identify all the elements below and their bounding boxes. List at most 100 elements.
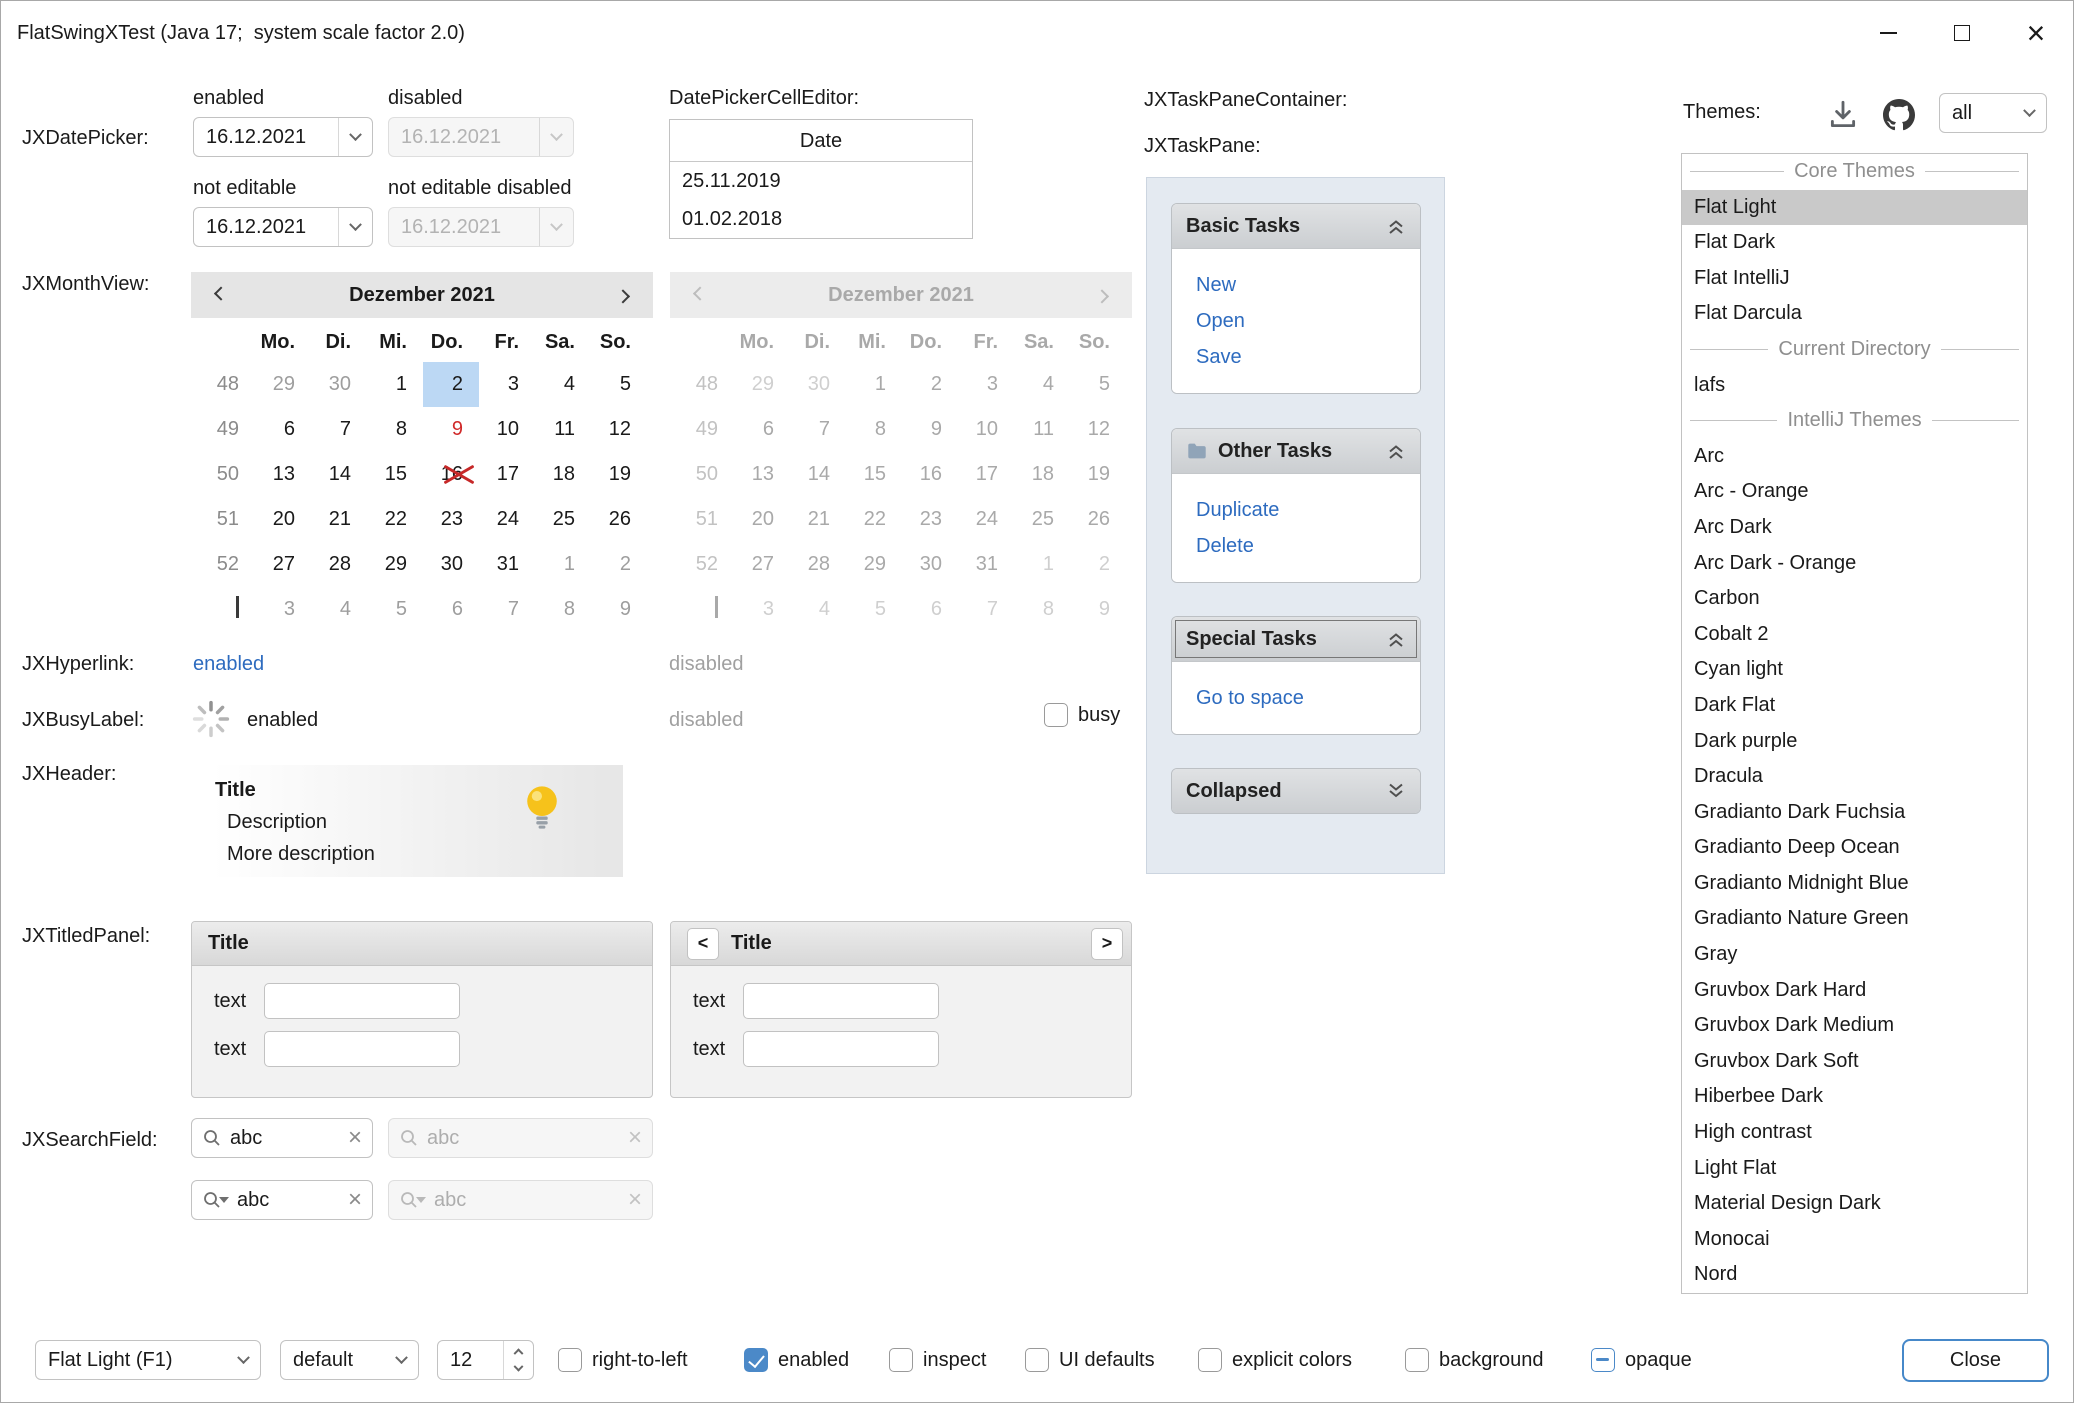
- download-icon[interactable]: [1825, 97, 1861, 133]
- style-combo[interactable]: default: [280, 1340, 419, 1380]
- laf-combo[interactable]: Flat Light (F1): [35, 1340, 261, 1380]
- theme-list-item[interactable]: Flat IntelliJ: [1682, 261, 2027, 297]
- theme-list-item[interactable]: Gray: [1682, 937, 2027, 973]
- theme-list-item[interactable]: lafs: [1682, 368, 2027, 404]
- calendar-day[interactable]: 12: [591, 407, 647, 452]
- table-row[interactable]: 25.11.2019: [670, 162, 972, 200]
- theme-list-item[interactable]: Carbon: [1682, 581, 2027, 617]
- theme-list-item[interactable]: Cobalt 2: [1682, 617, 2027, 653]
- calendar-day[interactable]: 1: [535, 542, 591, 587]
- taskpane-header[interactable]: Other Tasks: [1172, 429, 1420, 473]
- checkbox-box[interactable]: [558, 1348, 582, 1372]
- prev-month-button[interactable]: [207, 281, 235, 309]
- search-value[interactable]: abc: [230, 1127, 340, 1150]
- theme-list-item[interactable]: Gruvbox Dark Hard: [1682, 973, 2027, 1009]
- themes-filter-combo[interactable]: all: [1939, 93, 2047, 133]
- close-button[interactable]: Close: [1902, 1339, 2049, 1382]
- calendar-day[interactable]: 30: [311, 362, 367, 407]
- calendar-day[interactable]: 28: [311, 542, 367, 587]
- calendar-day[interactable]: 9: [591, 587, 647, 632]
- text-input[interactable]: [743, 1031, 939, 1067]
- calendar-day[interactable]: 3: [255, 587, 311, 632]
- calendar-day[interactable]: 9: [423, 407, 479, 452]
- hyperlink-enabled[interactable]: enabled: [193, 653, 264, 676]
- calendar-day[interactable]: 14: [311, 452, 367, 497]
- theme-list-item[interactable]: Gradianto Dark Fuchsia: [1682, 795, 2027, 831]
- theme-list-item[interactable]: Dark purple: [1682, 724, 2027, 760]
- text-input[interactable]: [264, 1031, 460, 1067]
- calendar-day[interactable]: 19: [591, 452, 647, 497]
- checkbox-background[interactable]: background: [1405, 1340, 1544, 1380]
- calendar-day[interactable]: 7: [479, 587, 535, 632]
- calendar-day[interactable]: 29: [367, 542, 423, 587]
- calendar-day[interactable]: 8: [535, 587, 591, 632]
- theme-list-item[interactable]: Arc Dark: [1682, 510, 2027, 546]
- datepicker-value[interactable]: 16.12.2021: [194, 126, 338, 149]
- datepicker-not-editable[interactable]: 16.12.2021: [193, 207, 373, 247]
- calendar-day[interactable]: 1: [367, 362, 423, 407]
- calendar-day[interactable]: 3: [479, 362, 535, 407]
- calendar-day[interactable]: 5: [591, 362, 647, 407]
- text-input[interactable]: [264, 983, 460, 1019]
- calendar-day[interactable]: 26: [591, 497, 647, 542]
- calendar-day[interactable]: 18: [535, 452, 591, 497]
- checkbox-ui-defaults[interactable]: UI defaults: [1025, 1340, 1155, 1380]
- theme-list-item[interactable]: Material Design Dark: [1682, 1186, 2027, 1222]
- calendar-day[interactable]: 5: [367, 587, 423, 632]
- checkbox-box[interactable]: [1198, 1348, 1222, 1372]
- theme-list-item[interactable]: Arc - Orange: [1682, 474, 2027, 510]
- calendar-day[interactable]: 6: [255, 407, 311, 452]
- theme-list-item[interactable]: Gruvbox Dark Medium: [1682, 1008, 2027, 1044]
- search-value[interactable]: abc: [237, 1189, 340, 1212]
- taskpane-link[interactable]: Delete: [1196, 528, 1396, 564]
- taskpane-header[interactable]: Special Tasks: [1172, 617, 1420, 661]
- calendar-day[interactable]: 21: [311, 497, 367, 542]
- checkbox-inspect[interactable]: inspect: [889, 1340, 986, 1380]
- theme-list-item[interactable]: Dark Flat: [1682, 688, 2027, 724]
- maximize-button[interactable]: [1925, 1, 1999, 65]
- font-size-value[interactable]: 12: [438, 1349, 503, 1372]
- calendar-day[interactable]: 23: [423, 497, 479, 542]
- calendar-day[interactable]: 11: [535, 407, 591, 452]
- taskpane-link[interactable]: New: [1196, 267, 1396, 303]
- datepicker-dropdown-button[interactable]: [338, 208, 372, 246]
- calendar-day[interactable]: 31: [479, 542, 535, 587]
- calendar-day[interactable]: 15: [367, 452, 423, 497]
- font-size-spinner[interactable]: 12: [437, 1340, 534, 1380]
- calendar-day[interactable]: 10: [479, 407, 535, 452]
- theme-list-item[interactable]: Monocai: [1682, 1222, 2027, 1258]
- checkbox-box[interactable]: [889, 1348, 913, 1372]
- theme-list-item[interactable]: Dracula: [1682, 759, 2027, 795]
- spinner-down-button[interactable]: [504, 1360, 533, 1379]
- checkbox-right-to-left[interactable]: right-to-left: [558, 1340, 688, 1380]
- search-field-enabled[interactable]: abc ×: [191, 1118, 373, 1158]
- next-month-button[interactable]: [609, 281, 637, 309]
- clear-search-icon[interactable]: ×: [348, 1188, 362, 1212]
- collapse-icon[interactable]: [1384, 627, 1408, 651]
- calendar-day[interactable]: 2: [423, 362, 479, 407]
- theme-list-item[interactable]: Arc: [1682, 439, 2027, 475]
- combo-dropdown-button[interactable]: [226, 1341, 260, 1379]
- theme-list-item[interactable]: Arc Dark - Orange: [1682, 546, 2027, 582]
- panel-next-button[interactable]: >: [1091, 928, 1123, 960]
- theme-list-item[interactable]: High contrast: [1682, 1115, 2027, 1151]
- taskpane-link[interactable]: Duplicate: [1196, 492, 1396, 528]
- text-input[interactable]: [743, 983, 939, 1019]
- taskpane-header[interactable]: Basic Tasks: [1172, 204, 1420, 248]
- calendar-day[interactable]: 16: [423, 452, 479, 497]
- busy-checkbox-group[interactable]: busy: [1044, 695, 1120, 735]
- checkbox-box[interactable]: [744, 1348, 768, 1372]
- checkbox-box[interactable]: [1591, 1348, 1615, 1372]
- date-cell-editor-table[interactable]: Date 25.11.201901.02.2018: [669, 119, 973, 239]
- search-menu-icon[interactable]: [202, 1190, 229, 1210]
- calendar-day[interactable]: 13: [255, 452, 311, 497]
- calendar-day[interactable]: 20: [255, 497, 311, 542]
- github-icon[interactable]: [1881, 97, 1917, 133]
- calendar-day[interactable]: 27: [255, 542, 311, 587]
- collapse-icon[interactable]: [1384, 214, 1408, 238]
- calendar-day[interactable]: 17: [479, 452, 535, 497]
- combo-dropdown-button[interactable]: [2012, 94, 2046, 132]
- calendar-day[interactable]: 25: [535, 497, 591, 542]
- collapse-icon[interactable]: [1384, 439, 1408, 463]
- theme-list-item[interactable]: Gradianto Nature Green: [1682, 901, 2027, 937]
